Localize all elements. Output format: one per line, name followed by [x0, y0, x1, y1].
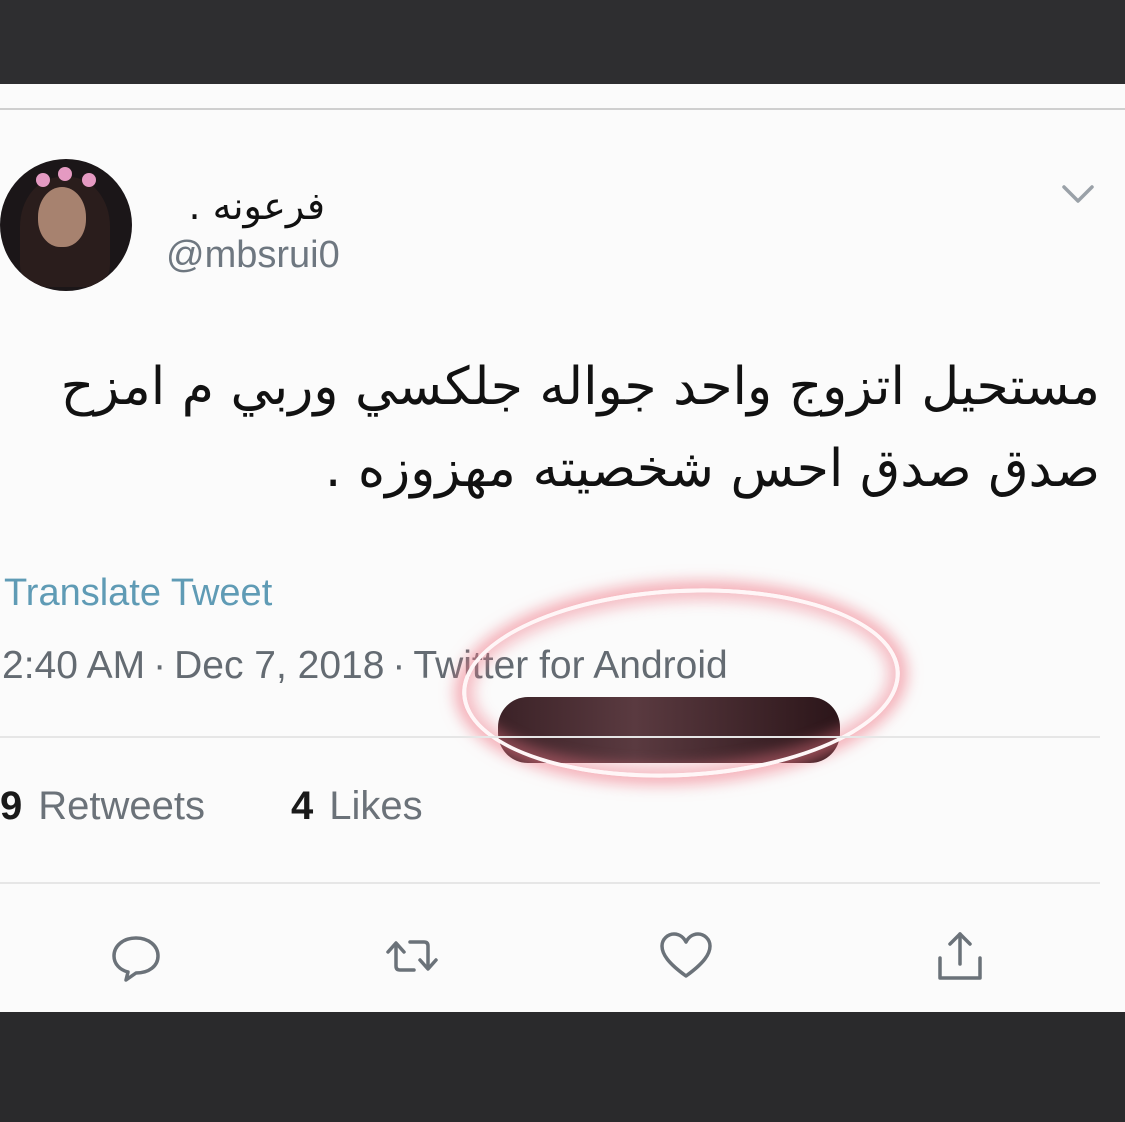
likes-stat[interactable]: 4 Likes — [291, 784, 423, 828]
comment-icon[interactable] — [106, 926, 166, 986]
avatar-flower-crown — [58, 167, 72, 181]
tweet-text: مستحيل اتزوج واحد جواله جلكسي وربي م امز… — [10, 346, 1100, 510]
avatar-face — [38, 187, 86, 247]
tweet-card: فرعونه . @mbsrui0 مستحيل اتزوج واحد جوال… — [0, 84, 1125, 1012]
tweet-text-line: مستحيل اتزوج واحد جواله جلكسي وربي م امز… — [60, 357, 1100, 417]
avatar-flower-crown — [36, 173, 50, 187]
share-icon[interactable] — [930, 926, 990, 986]
avatar-flower-crown — [82, 173, 96, 187]
likes-count: 4 — [291, 784, 314, 828]
translate-tweet-link[interactable]: Translate Tweet — [4, 572, 272, 615]
top-dark-bar — [0, 0, 1125, 84]
divider — [0, 882, 1100, 884]
heart-icon[interactable] — [656, 926, 716, 986]
likes-label: Likes — [329, 784, 423, 828]
retweet-icon[interactable] — [382, 926, 442, 986]
display-name[interactable]: فرعونه . — [155, 184, 325, 228]
engagement-stats: 9 Retweets 4 Likes — [0, 784, 423, 829]
card-top-divider — [0, 108, 1125, 110]
chevron-down-icon[interactable] — [1058, 181, 1098, 209]
separator-dot: · — [392, 644, 406, 687]
tweet-date[interactable]: Dec 7, 2018 — [174, 644, 384, 687]
retweets-stat[interactable]: 9 Retweets — [0, 784, 205, 828]
separator-dot: · — [153, 644, 167, 687]
tweet-time: 2:40 AM — [2, 644, 146, 687]
user-handle[interactable]: @mbsrui0 — [166, 234, 340, 277]
divider — [0, 736, 1100, 738]
tweet-text-line: صدق صدق احس شخصيته مهزوزه . — [324, 439, 1100, 499]
avatar[interactable] — [0, 159, 132, 291]
retweets-count: 9 — [0, 784, 23, 828]
retweets-label: Retweets — [38, 784, 205, 828]
bottom-dark-bar — [0, 1012, 1125, 1122]
